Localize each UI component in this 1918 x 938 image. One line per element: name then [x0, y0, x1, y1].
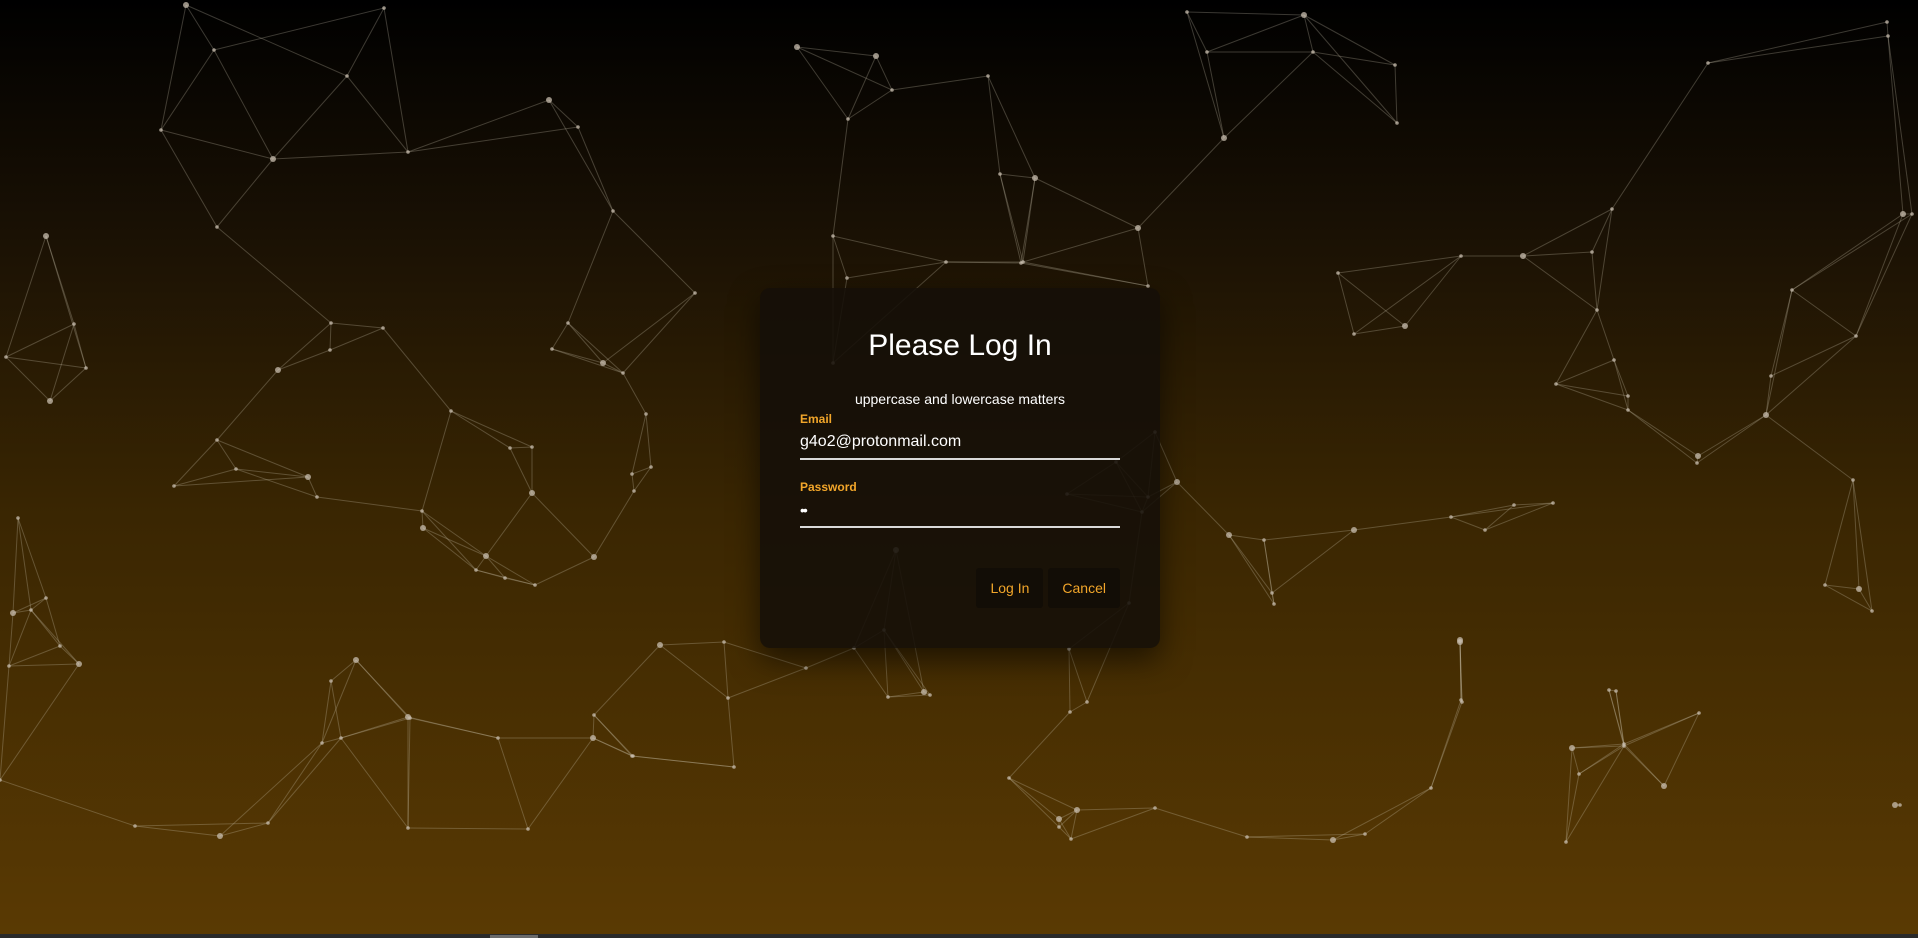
horizontal-scrollbar[interactable] — [0, 934, 1918, 938]
login-button[interactable]: Log In — [976, 568, 1044, 608]
dialog-actions: Log In Cancel — [976, 568, 1120, 608]
login-dialog: Please Log In uppercase and lowercase ma… — [760, 288, 1160, 648]
email-field-group: Email — [800, 412, 1120, 460]
cancel-button[interactable]: Cancel — [1048, 568, 1120, 608]
password-label: Password — [800, 480, 857, 494]
password-field-group: Password — [800, 480, 1120, 528]
password-input[interactable] — [800, 498, 1120, 528]
email-label: Email — [800, 412, 833, 426]
dialog-title: Please Log In — [868, 329, 1052, 362]
email-input[interactable] — [800, 430, 1120, 460]
case-sensitivity-hint: uppercase and lowercase matters — [854, 391, 1066, 407]
